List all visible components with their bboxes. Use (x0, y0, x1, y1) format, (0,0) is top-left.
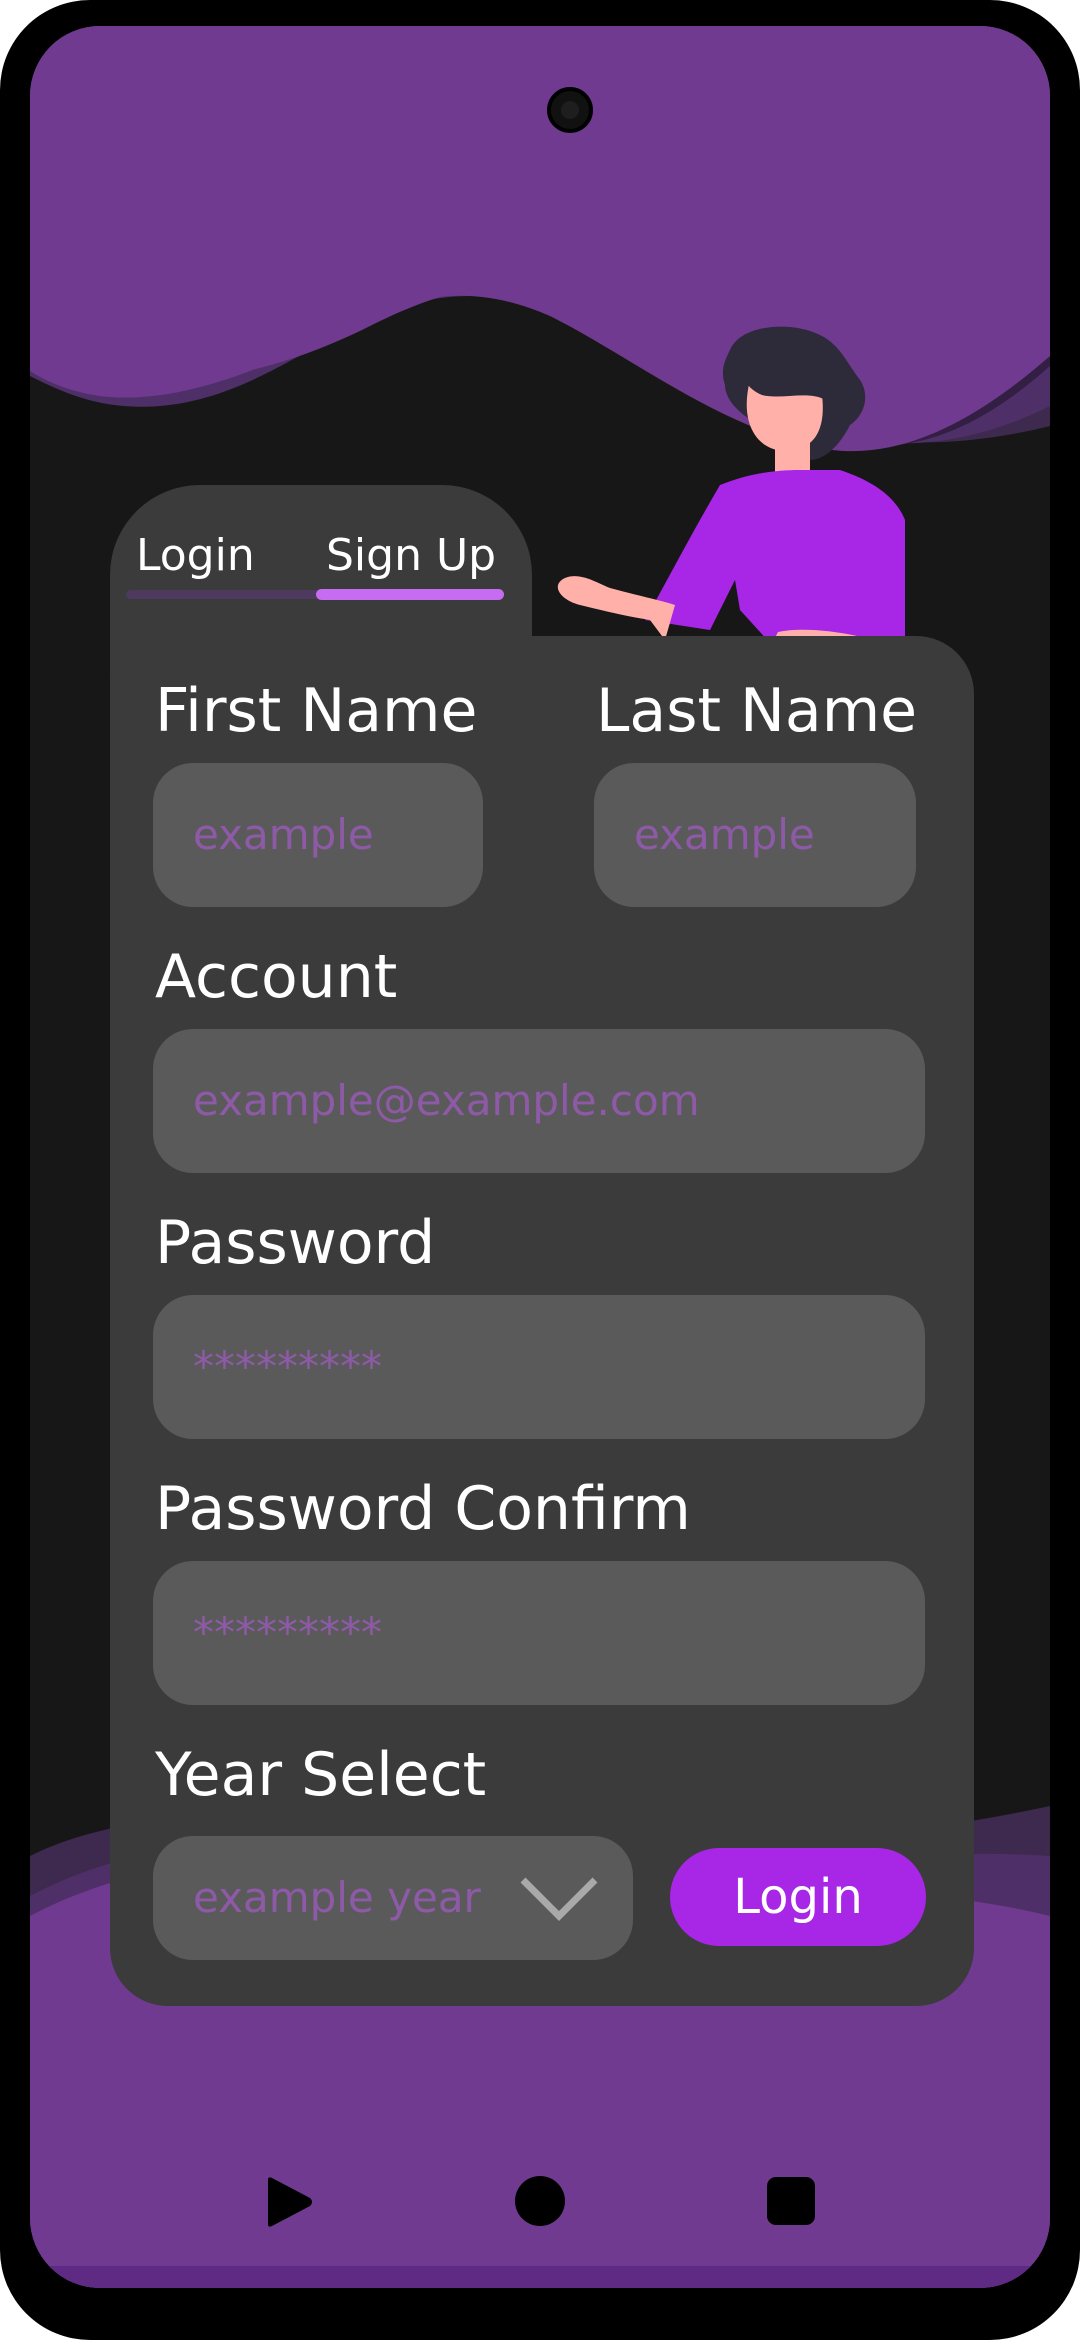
login-button[interactable]: Login (670, 1848, 926, 1946)
password-label: Password (155, 1208, 436, 1278)
year-select-placeholder: example year (193, 1873, 481, 1922)
chevron-down-icon (520, 1877, 598, 1921)
tab-sign-up[interactable]: Sign Up (326, 530, 496, 581)
account-label: Account (155, 942, 398, 1012)
recents-square-icon[interactable] (766, 2176, 816, 2226)
year-select-dropdown[interactable]: example year (153, 1836, 633, 1960)
password-input[interactable]: ********* (153, 1295, 925, 1439)
tab-active-indicator (316, 589, 504, 600)
account-input[interactable]: example@example.com (153, 1029, 925, 1173)
password-confirm-input[interactable]: ********* (153, 1561, 925, 1705)
person-illustration (557, 326, 909, 679)
home-circle-icon[interactable] (514, 2175, 566, 2227)
front-camera (547, 87, 593, 133)
phone-frame: Login Sign Up First Name Last Name examp… (0, 0, 1080, 2340)
last-name-label: Last Name (596, 676, 918, 746)
last-name-input[interactable]: example (594, 763, 916, 907)
first-name-label: First Name (155, 676, 478, 746)
password-confirm-label: Password Confirm (155, 1474, 691, 1544)
first-name-input[interactable]: example (153, 763, 483, 907)
year-select-label: Year Select (155, 1740, 487, 1810)
back-play-triangle-icon[interactable] (262, 2174, 316, 2230)
tab-login[interactable]: Login (136, 530, 255, 581)
